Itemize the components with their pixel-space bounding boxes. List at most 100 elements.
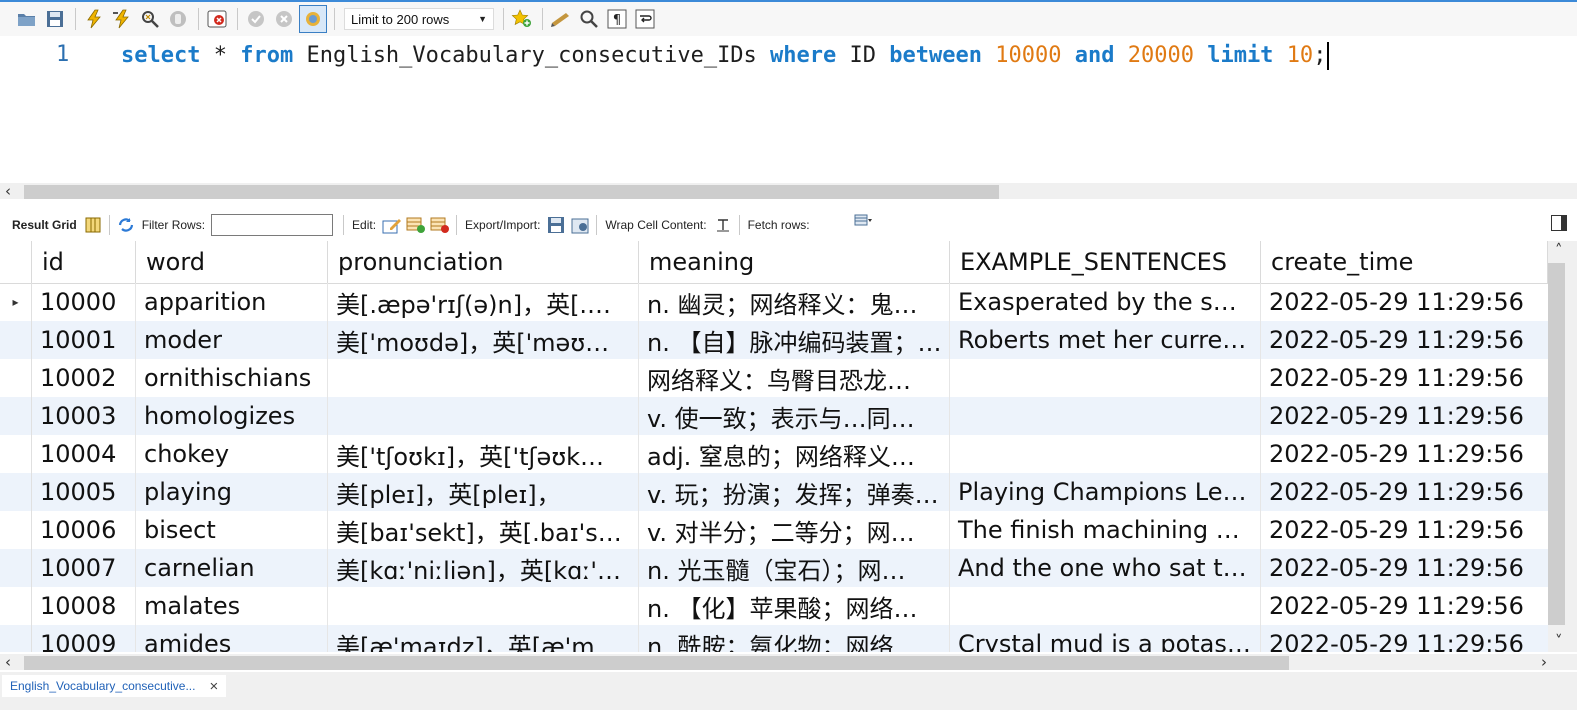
edit-row-icon[interactable]: [382, 215, 402, 235]
cell-meaning[interactable]: v. 对半分；二等分；网…: [639, 511, 950, 549]
find-icon[interactable]: [576, 6, 602, 32]
filter-rows-input[interactable]: [211, 214, 334, 236]
stop-icon[interactable]: [165, 6, 191, 32]
favorites-icon[interactable]: [509, 6, 535, 32]
cell-example-sentences[interactable]: [950, 397, 1261, 435]
table-row[interactable]: 10004 chokey 美['tʃoʊkɪ]，英['tʃəʊk… adj. 窒…: [0, 435, 1548, 473]
scroll-up-arrow-icon[interactable]: ˄: [1555, 241, 1563, 259]
grid-hscroll-thumb[interactable]: [24, 656, 1289, 670]
cell-word[interactable]: playing: [136, 473, 328, 511]
cell-meaning[interactable]: n. 【自】脉冲编码装置；…: [639, 321, 950, 359]
table-row[interactable]: 10007 carnelian 美[kɑː'niːliən]，英[kɑː'… n…: [0, 549, 1548, 587]
cell-create-time[interactable]: 2022-05-29 11:29:56: [1261, 511, 1548, 549]
cell-pronunciation[interactable]: 美[pleɪ]，英[pleɪ]，: [328, 473, 639, 511]
toggle-error-icon[interactable]: [204, 6, 230, 32]
cell-create-time[interactable]: 2022-05-29 11:29:56: [1261, 549, 1548, 587]
cell-id[interactable]: 10005: [32, 473, 136, 511]
beautify-icon[interactable]: [548, 6, 574, 32]
result-tab[interactable]: English_Vocabulary_consecutive... ×: [2, 675, 227, 697]
scroll-right-arrow-icon[interactable]: ›: [1541, 654, 1547, 670]
wrap-cell-icon[interactable]: [713, 215, 733, 235]
cell-meaning[interactable]: n. 酰胺；氨化物；网络…: [639, 625, 950, 652]
cell-example-sentences[interactable]: [950, 359, 1261, 397]
table-row[interactable]: 10003 homologizes v. 使一致；表示与…同… 2022-05-…: [0, 397, 1548, 435]
explain-icon[interactable]: [137, 6, 163, 32]
cell-id[interactable]: 10004: [32, 435, 136, 473]
cell-id[interactable]: 10006: [32, 511, 136, 549]
cell-example-sentences[interactable]: [950, 435, 1261, 473]
rollback-icon[interactable]: [271, 6, 297, 32]
grid-vertical-scrollbar[interactable]: ˄ ˅: [1548, 241, 1577, 652]
cell-meaning[interactable]: v. 使一致；表示与…同…: [639, 397, 950, 435]
scroll-left-arrow-icon[interactable]: ‹: [5, 183, 11, 199]
column-header-word[interactable]: word: [136, 241, 328, 283]
cell-create-time[interactable]: 2022-05-29 11:29:56: [1261, 587, 1548, 625]
cell-example-sentences[interactable]: Crystal mud is a potas…: [950, 625, 1261, 652]
sql-editor[interactable]: 1 select * from English_Vocabulary_conse…: [0, 36, 1577, 182]
cell-word[interactable]: bisect: [136, 511, 328, 549]
cell-example-sentences[interactable]: And the one who sat t…: [950, 549, 1261, 587]
cell-create-time[interactable]: 2022-05-29 11:29:56: [1261, 625, 1548, 652]
editor-scroll-thumb[interactable]: [24, 185, 999, 199]
cell-example-sentences[interactable]: [950, 587, 1261, 625]
cell-create-time[interactable]: 2022-05-29 11:29:56: [1261, 321, 1548, 359]
cell-meaning[interactable]: n. 光玉髓（宝石）；网…: [639, 549, 950, 587]
add-row-icon[interactable]: [406, 215, 426, 235]
refresh-icon[interactable]: [116, 215, 136, 235]
table-row[interactable]: 10005 playing 美[pleɪ]，英[pleɪ]， v. 玩；扮演；发…: [0, 473, 1548, 511]
cell-word[interactable]: ornithischians: [136, 359, 328, 397]
commit-icon[interactable]: [243, 6, 269, 32]
table-row[interactable]: 10009 amides 美[æ'maɪdz]，英[æ'm… n. 酰胺；氨化物…: [0, 625, 1548, 652]
cell-example-sentences[interactable]: Exasperated by the s…: [950, 283, 1261, 321]
cell-pronunciation[interactable]: 美[kɑː'niːliən]，英[kɑː'…: [328, 549, 639, 587]
cell-pronunciation[interactable]: [328, 397, 639, 435]
cell-id[interactable]: 10007: [32, 549, 136, 587]
execute-icon[interactable]: [81, 6, 107, 32]
grid-horizontal-scrollbar[interactable]: ‹ ›: [0, 654, 1577, 670]
table-row[interactable]: 10002 ornithischians 网络释义：鸟臀目恐龙… 2022-05…: [0, 359, 1548, 397]
cell-meaning[interactable]: adj. 窒息的；网络释义…: [639, 435, 950, 473]
cell-word[interactable]: chokey: [136, 435, 328, 473]
column-header-example-sentences[interactable]: EXAMPLE_SENTENCES: [950, 241, 1261, 283]
cell-word[interactable]: apparition: [136, 283, 328, 321]
cell-word[interactable]: moder: [136, 321, 328, 359]
cell-word[interactable]: homologizes: [136, 397, 328, 435]
cell-example-sentences[interactable]: Playing Champions Le…: [950, 473, 1261, 511]
table-row[interactable]: ▸ 10000 apparition 美[.æpə'rɪʃ(ə)n]，英[.… …: [0, 283, 1548, 321]
invisible-chars-icon[interactable]: ¶: [604, 6, 630, 32]
cell-id[interactable]: 10008: [32, 587, 136, 625]
column-header-create-time[interactable]: create_time: [1261, 241, 1548, 283]
cell-pronunciation[interactable]: 美[.æpə'rɪʃ(ə)n]，英[.…: [328, 283, 639, 321]
result-grid-label[interactable]: Result Grid: [12, 218, 77, 232]
close-icon[interactable]: ×: [209, 678, 218, 695]
column-header-meaning[interactable]: meaning: [639, 241, 950, 283]
cell-example-sentences[interactable]: The finish machining …: [950, 511, 1261, 549]
cell-pronunciation[interactable]: [328, 587, 639, 625]
export-icon[interactable]: [546, 215, 566, 235]
cell-pronunciation[interactable]: 美['moʊdə]，英['məʊ…: [328, 321, 639, 359]
save-icon[interactable]: [42, 6, 68, 32]
cell-create-time[interactable]: 2022-05-29 11:29:56: [1261, 473, 1548, 511]
cell-pronunciation[interactable]: 美[æ'maɪdz]，英[æ'm…: [328, 625, 639, 652]
cell-pronunciation[interactable]: 美['tʃoʊkɪ]，英['tʃəʊk…: [328, 435, 639, 473]
editor-horizontal-scrollbar[interactable]: ‹: [0, 183, 1577, 199]
execute-selection-icon[interactable]: [109, 6, 135, 32]
cell-id[interactable]: 10000: [32, 283, 136, 321]
cell-id[interactable]: 10002: [32, 359, 136, 397]
grid-vscroll-thumb[interactable]: [1548, 263, 1565, 625]
fetch-next-icon[interactable]: [854, 211, 874, 231]
cell-meaning[interactable]: v. 玩；扮演；发挥；弹奏…: [639, 473, 950, 511]
cell-pronunciation[interactable]: [328, 359, 639, 397]
import-icon[interactable]: [570, 215, 590, 235]
table-row[interactable]: 10001 moder 美['moʊdə]，英['məʊ… n. 【自】脉冲编码…: [0, 321, 1548, 359]
cell-word[interactable]: amides: [136, 625, 328, 652]
wrap-lines-icon[interactable]: [632, 6, 658, 32]
cell-id[interactable]: 10009: [32, 625, 136, 652]
delete-row-icon[interactable]: [430, 215, 450, 235]
grid-view-icon[interactable]: [83, 215, 103, 235]
cell-id[interactable]: 10001: [32, 321, 136, 359]
cell-create-time[interactable]: 2022-05-29 11:29:56: [1261, 283, 1548, 321]
cell-id[interactable]: 10003: [32, 397, 136, 435]
scroll-down-arrow-icon[interactable]: ˅: [1555, 632, 1563, 650]
cell-meaning[interactable]: n. 【化】苹果酸；网络…: [639, 587, 950, 625]
